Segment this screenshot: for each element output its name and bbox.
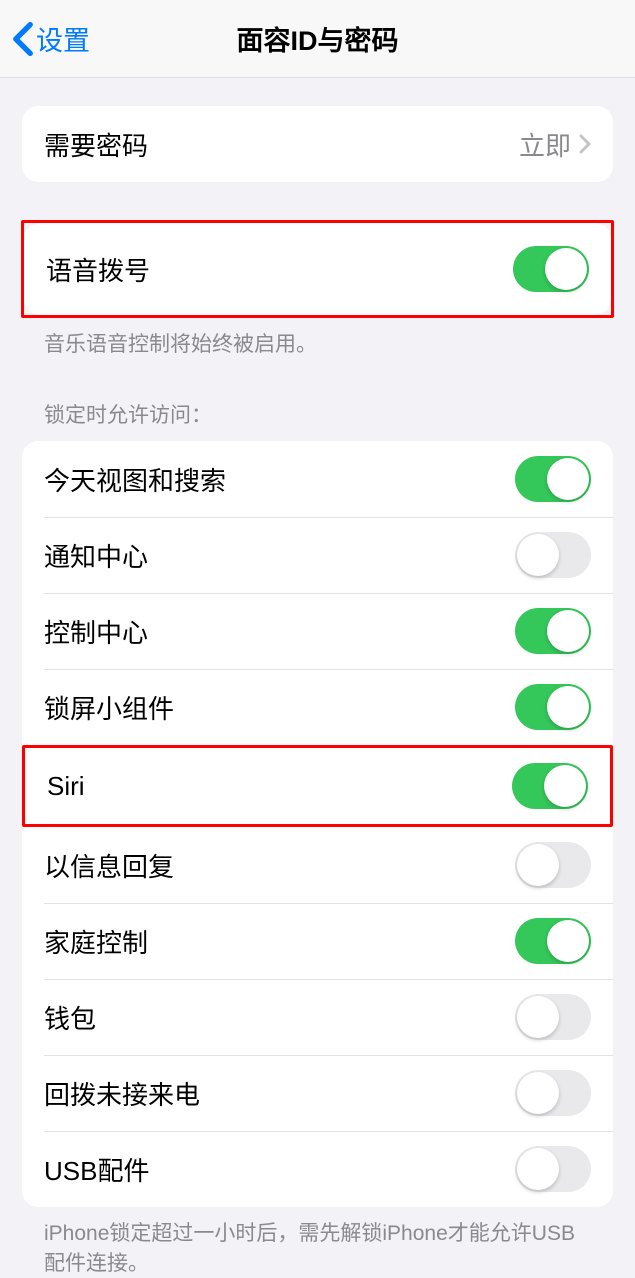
lock-access-toggle[interactable] xyxy=(515,994,591,1040)
lock-access-toggle[interactable] xyxy=(515,532,591,578)
lock-access-row: 控制中心 xyxy=(22,593,613,669)
lock-access-label: 钱包 xyxy=(44,999,96,1036)
lock-access-toggle[interactable] xyxy=(512,763,588,809)
lock-access-toggle[interactable] xyxy=(515,456,591,502)
navigation-bar: 设置 面容ID与密码 xyxy=(0,0,635,78)
toggle-knob xyxy=(517,844,559,886)
lock-access-row: 今天视图和搜索 xyxy=(22,441,613,517)
toggle-knob xyxy=(517,1148,559,1190)
voice-dial-group: 语音拨号 xyxy=(24,223,611,315)
toggle-knob xyxy=(547,686,589,728)
lock-access-row: 钱包 xyxy=(22,979,613,1055)
require-passcode-label: 需要密码 xyxy=(44,126,148,163)
lock-access-toggle[interactable] xyxy=(515,1070,591,1116)
lock-access-toggle[interactable] xyxy=(515,918,591,964)
lock-access-row: 以信息回复 xyxy=(22,827,613,903)
toggle-knob xyxy=(547,458,589,500)
lock-access-label: 回拨未接来电 xyxy=(44,1075,200,1112)
lock-access-toggle[interactable] xyxy=(515,842,591,888)
lock-access-footer: iPhone锁定超过一小时后，需先解锁iPhone才能允许USB配件连接。 xyxy=(22,1207,613,1278)
toggle-knob xyxy=(517,1072,559,1114)
lock-access-label: 家庭控制 xyxy=(44,923,148,960)
voice-dial-highlight: 语音拨号 xyxy=(21,220,614,318)
lock-access-toggle[interactable] xyxy=(515,1146,591,1192)
lock-access-row: USB配件 xyxy=(22,1131,613,1207)
chevron-right-icon xyxy=(579,134,591,154)
lock-access-row: 家庭控制 xyxy=(22,903,613,979)
lock-access-row: Siri xyxy=(25,748,610,824)
voice-dial-label: 语音拨号 xyxy=(46,251,150,288)
lock-access-label: 以信息回复 xyxy=(44,847,174,884)
back-button[interactable]: 设置 xyxy=(12,19,90,58)
lock-access-group: 今天视图和搜索通知中心控制中心锁屏小组件 Siri 以信息回复家庭控制钱包回拨未接来… xyxy=(22,441,613,1207)
toggle-knob xyxy=(545,248,587,290)
toggle-knob xyxy=(547,920,589,962)
voice-dial-toggle[interactable] xyxy=(513,246,589,292)
require-passcode-value: 立即 xyxy=(519,126,571,163)
chevron-left-icon xyxy=(12,21,34,57)
toggle-knob xyxy=(547,610,589,652)
require-passcode-row[interactable]: 需要密码 立即 xyxy=(22,106,613,182)
lock-access-label: 控制中心 xyxy=(44,613,148,650)
lock-access-label: 通知中心 xyxy=(44,537,148,574)
lock-access-label: USB配件 xyxy=(44,1151,149,1188)
lock-access-header: 锁定时允许访问： xyxy=(22,399,613,441)
require-passcode-value-wrap: 立即 xyxy=(519,126,591,163)
lock-access-row: 回拨未接来电 xyxy=(22,1055,613,1131)
voice-dial-footer: 音乐语音控制将始终被启用。 xyxy=(22,318,613,359)
content-area: 需要密码 立即 语音拨号 音乐语音控制将始终被启用。 锁定时允许访问： 今天视图… xyxy=(0,78,635,1278)
voice-dial-row: 语音拨号 xyxy=(24,223,611,315)
toggle-knob xyxy=(544,765,586,807)
siri-highlight: Siri xyxy=(22,745,613,827)
lock-access-label: 锁屏小组件 xyxy=(44,689,174,726)
lock-access-toggle[interactable] xyxy=(515,684,591,730)
toggle-knob xyxy=(517,534,559,576)
lock-access-row: 锁屏小组件 xyxy=(22,669,613,745)
lock-access-label: 今天视图和搜索 xyxy=(44,461,226,498)
lock-access-toggle[interactable] xyxy=(515,608,591,654)
toggle-knob xyxy=(517,996,559,1038)
lock-access-row: 通知中心 xyxy=(22,517,613,593)
back-label: 设置 xyxy=(36,19,90,58)
page-title: 面容ID与密码 xyxy=(237,19,399,58)
passcode-group: 需要密码 立即 xyxy=(22,106,613,182)
lock-access-label: Siri xyxy=(47,771,85,802)
